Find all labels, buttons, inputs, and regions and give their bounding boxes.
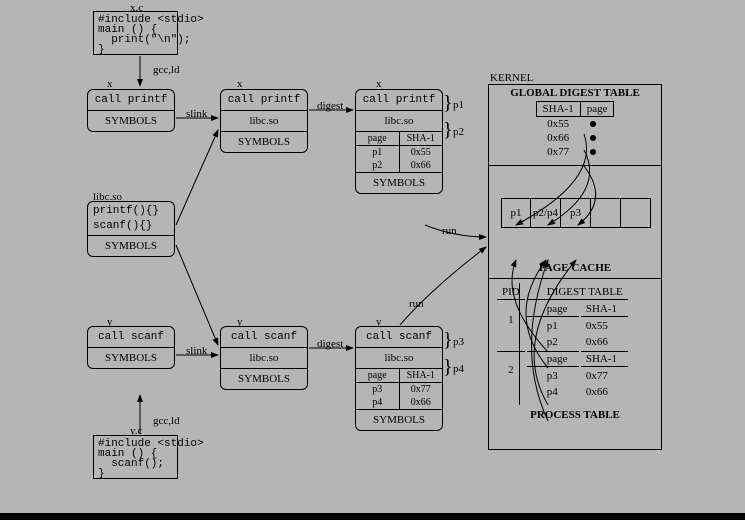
scanf-decl: scanf(){} <box>88 220 174 235</box>
brace-p2: } <box>443 125 453 135</box>
dx-p1: p1 <box>356 146 399 160</box>
gccld-label-1: gcc,ld <box>153 64 180 76</box>
gdt-r1: 0x55 <box>536 117 580 132</box>
symbols-y3: SYMBOLS <box>356 410 442 430</box>
libc-y2: libc.so <box>221 348 307 368</box>
pt-sha-hdr1: SHA-1 <box>581 302 628 317</box>
gdt-r2: 0x66 <box>536 131 580 145</box>
p3-label: p3 <box>453 336 464 348</box>
pt1-s1: 0x55 <box>581 319 628 333</box>
pt1-p1: p1 <box>527 319 579 333</box>
libc-box: printf(){} scanf(){} SYMBOLS <box>87 201 175 257</box>
pt2-p2: p4 <box>527 385 579 399</box>
symbols-x2: SYMBOLS <box>221 132 307 152</box>
call-printf-1: call printf <box>88 90 174 110</box>
pid1: 1 <box>497 302 525 349</box>
pc-empty2 <box>621 198 651 228</box>
brace-p1: } <box>443 98 453 108</box>
p4-label: p4 <box>453 363 464 375</box>
dx-s1: 0x55 <box>399 146 442 160</box>
x-box-2: call printf libc.so SYMBOLS <box>220 89 308 153</box>
dx-s2: 0x66 <box>399 159 442 172</box>
process-table-title: PROCESS TABLE <box>489 407 661 423</box>
xc-code: #include <stdio> main () { print("\n"); … <box>98 15 173 55</box>
libc-y3: libc.so <box>356 348 442 368</box>
pc-p1: p1 <box>501 198 531 228</box>
dot-icon <box>590 135 596 141</box>
symbols-x1: SYMBOLS <box>88 111 174 131</box>
dot-icon <box>590 121 596 127</box>
run-label-1: run <box>442 225 457 237</box>
printf-decl: printf(){} <box>88 202 174 220</box>
symbols-y1: SYMBOLS <box>88 348 174 368</box>
yc-source-box: #include <stdio> main () { scanf(); } <box>93 435 178 479</box>
dy-p2: p4 <box>356 396 399 409</box>
page-hdr-y: page <box>356 369 399 383</box>
symbols-x3: SYMBOLS <box>356 173 442 193</box>
gdt-sha-hdr: SHA-1 <box>536 102 580 117</box>
pc-p3: p3 <box>561 198 591 228</box>
slink-label-2: slink <box>186 345 207 357</box>
y-box-2: call scanf libc.so SYMBOLS <box>220 326 308 390</box>
y-box-1: call scanf SYMBOLS <box>87 326 175 369</box>
page-hdr-x: page <box>356 132 399 146</box>
kernel-panel: GLOBAL DIGEST TABLE SHA-1page 0x55 0x66 … <box>488 84 662 450</box>
pt2-s2: 0x66 <box>581 385 628 399</box>
call-scanf-3: call scanf <box>356 327 442 347</box>
gdt-title: GLOBAL DIGEST TABLE <box>489 85 661 101</box>
dy-p1: p3 <box>356 383 399 397</box>
gccld-label-2: gcc,ld <box>153 415 180 427</box>
slink-label-1: slink <box>186 108 207 120</box>
gdt-r3: 0x77 <box>536 145 580 159</box>
p2-label: p2 <box>453 126 464 138</box>
pt1-p2: p2 <box>527 335 579 349</box>
digest-label-1: digest <box>317 100 343 112</box>
call-printf-3: call printf <box>356 90 442 110</box>
call-printf-2: call printf <box>221 90 307 110</box>
dt-hdr: DIGEST TABLE <box>527 285 628 300</box>
pid-hdr: PID <box>497 285 525 300</box>
dx-p2: p2 <box>356 159 399 172</box>
libc-x3: libc.so <box>356 111 442 131</box>
pt-page-hdr1: page <box>527 302 579 317</box>
call-scanf-2: call scanf <box>221 327 307 347</box>
digest-label-2: digest <box>317 338 343 350</box>
pt-sha-hdr2: SHA-1 <box>581 351 628 367</box>
dy-s1: 0x77 <box>399 383 442 397</box>
symbols-libc: SYMBOLS <box>88 236 174 256</box>
pid2: 2 <box>497 351 525 399</box>
page-cache-title: PAGE CACHE <box>489 260 661 276</box>
yc-code: #include <stdio> main () { scanf(); } <box>98 439 173 479</box>
libc-x2: libc.so <box>221 111 307 131</box>
bottom-bar <box>0 513 745 520</box>
kernel-title: KERNEL <box>490 72 533 84</box>
xc-source-box: #include <stdio> main () { print("\n"); … <box>93 11 178 55</box>
symbols-y2: SYMBOLS <box>221 369 307 389</box>
pt1-s2: 0x66 <box>581 335 628 349</box>
call-scanf-1: call scanf <box>88 327 174 347</box>
page-cache-grid: p1 p2/p4 p3 <box>501 198 651 228</box>
brace-p4: } <box>443 362 453 372</box>
x-box-3: call printf libc.so pageSHA-1 p10x55 p20… <box>355 89 443 194</box>
pt2-p1: p3 <box>527 369 579 383</box>
gdt-page-hdr: page <box>580 102 614 117</box>
pt2-s1: 0x77 <box>581 369 628 383</box>
sha-hdr-x: SHA-1 <box>399 132 442 146</box>
pc-p2p4: p2/p4 <box>531 198 561 228</box>
dot-icon <box>590 149 596 155</box>
p1-label: p1 <box>453 99 464 111</box>
run-label-2: run <box>409 298 424 310</box>
pt-page-hdr2: page <box>527 351 579 367</box>
pc-empty1 <box>591 198 621 228</box>
sha-hdr-y: SHA-1 <box>399 369 442 383</box>
dy-s2: 0x66 <box>399 396 442 409</box>
x-box-1: call printf SYMBOLS <box>87 89 175 132</box>
brace-p3: } <box>443 335 453 345</box>
y-box-3: call scanf libc.so pageSHA-1 p30x77 p40x… <box>355 326 443 431</box>
